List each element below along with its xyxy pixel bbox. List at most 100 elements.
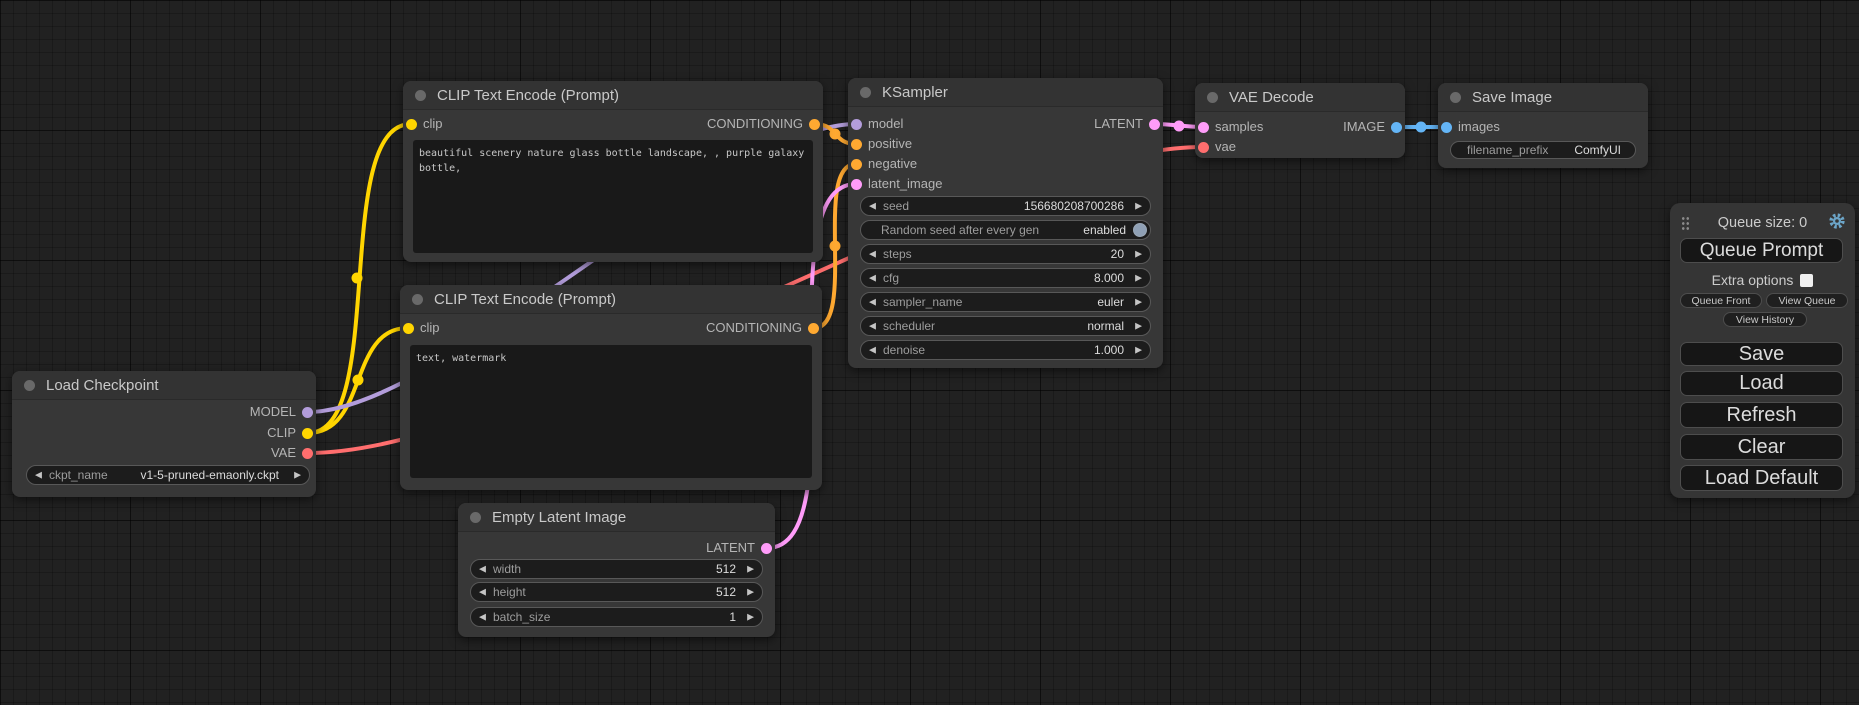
input-port-samples[interactable] [1198, 122, 1209, 133]
queue-prompt-button[interactable]: Queue Prompt [1680, 238, 1843, 263]
node-header[interactable]: Load Checkpoint [12, 371, 316, 400]
widget-cfg[interactable]: ◀ cfg 8.000 ▶ [860, 268, 1151, 288]
node-header[interactable]: CLIP Text Encode (Prompt) [400, 285, 822, 314]
stepper-left-icon[interactable]: ◀ [869, 346, 876, 355]
save-button[interactable]: Save [1680, 342, 1843, 366]
widget-value: 20 [1111, 247, 1124, 261]
widget-scheduler[interactable]: ◀ scheduler normal ▶ [860, 316, 1151, 336]
node-clip-text-encode-positive[interactable]: CLIP Text Encode (Prompt) clip CONDITION… [403, 81, 823, 262]
link-middot[interactable] [352, 273, 363, 284]
stepper-left-icon[interactable]: ◀ [35, 471, 42, 480]
widget-random-seed-toggle[interactable]: Random seed after every gen enabled [860, 220, 1151, 240]
stepper-right-icon[interactable]: ▶ [1135, 250, 1142, 259]
input-port-negative[interactable] [851, 159, 862, 170]
stepper-left-icon[interactable]: ◀ [479, 565, 486, 574]
widget-sampler-name[interactable]: ◀ sampler_name euler ▶ [860, 292, 1151, 312]
output-port-conditioning[interactable] [808, 323, 819, 334]
input-port-clip[interactable] [403, 323, 414, 334]
link-middot[interactable] [1416, 122, 1427, 133]
stepper-left-icon[interactable]: ◀ [869, 202, 876, 211]
widget-filename-prefix[interactable]: filename_prefix ComfyUI [1450, 141, 1636, 159]
widget-label: filename_prefix [1467, 143, 1548, 157]
stepper-left-icon[interactable]: ◀ [869, 250, 876, 259]
widget-label: scheduler [883, 319, 935, 333]
output-port-latent[interactable] [761, 543, 772, 554]
prompt-textarea[interactable]: text, watermark [410, 345, 812, 478]
node-header[interactable]: KSampler [848, 78, 1163, 107]
widget-ckpt-name[interactable]: ◀ ckpt_name v1-5-pruned-emaonly.ckpt ▶ [26, 465, 310, 485]
link-middot[interactable] [830, 129, 841, 140]
view-history-button[interactable]: View History [1723, 312, 1807, 327]
stepper-right-icon[interactable]: ▶ [747, 565, 754, 574]
node-ksampler[interactable]: KSampler model positive negative latent_… [848, 78, 1163, 368]
output-port-latent[interactable] [1149, 119, 1160, 130]
gear-icon[interactable] [1828, 212, 1846, 230]
stepper-left-icon[interactable]: ◀ [869, 274, 876, 283]
output-port-conditioning[interactable] [809, 119, 820, 130]
extra-options-checkbox[interactable] [1800, 274, 1813, 287]
output-port-model[interactable] [302, 407, 313, 418]
input-port-vae[interactable] [1198, 142, 1209, 153]
output-port-image[interactable] [1391, 122, 1402, 133]
stepper-left-icon[interactable]: ◀ [479, 588, 486, 597]
stepper-right-icon[interactable]: ▶ [747, 613, 754, 622]
node-header[interactable]: Empty Latent Image [458, 503, 775, 532]
collapse-dot-icon[interactable] [470, 512, 481, 523]
stepper-right-icon[interactable]: ▶ [1135, 322, 1142, 331]
refresh-button[interactable]: Refresh [1680, 402, 1843, 428]
stepper-right-icon[interactable]: ▶ [1135, 274, 1142, 283]
load-default-button[interactable]: Load Default [1680, 465, 1843, 491]
input-port-positive[interactable] [851, 139, 862, 150]
node-header[interactable]: CLIP Text Encode (Prompt) [403, 81, 823, 110]
widget-value: 512 [716, 585, 736, 599]
node-empty-latent-image[interactable]: Empty Latent Image LATENT ◀ width 512 ▶ … [458, 503, 775, 637]
widget-seed[interactable]: ◀ seed 156680208700286 ▶ [860, 196, 1151, 216]
output-label-model: MODEL [250, 405, 296, 419]
collapse-dot-icon[interactable] [1207, 92, 1218, 103]
output-port-clip[interactable] [302, 428, 313, 439]
widget-steps[interactable]: ◀ steps 20 ▶ [860, 244, 1151, 264]
widget-width[interactable]: ◀ width 512 ▶ [470, 559, 763, 579]
node-clip-text-encode-negative[interactable]: CLIP Text Encode (Prompt) clip CONDITION… [400, 285, 822, 490]
input-port-model[interactable] [851, 119, 862, 130]
collapse-dot-icon[interactable] [412, 294, 423, 305]
queue-panel: Queue size: 0 Queue Prompt Extra options… [1670, 203, 1855, 498]
link-middot[interactable] [353, 375, 364, 386]
prompt-textarea[interactable]: beautiful scenery nature glass bottle la… [413, 140, 813, 253]
stepper-left-icon[interactable]: ◀ [869, 298, 876, 307]
input-label-latent-image: latent_image [868, 177, 942, 191]
stepper-left-icon[interactable]: ◀ [869, 322, 876, 331]
link-middot[interactable] [830, 241, 841, 252]
toggle-icon[interactable] [1133, 223, 1147, 237]
stepper-left-icon[interactable]: ◀ [479, 613, 486, 622]
stepper-right-icon[interactable]: ▶ [1135, 298, 1142, 307]
widget-value: normal [1087, 319, 1124, 333]
collapse-dot-icon[interactable] [1450, 92, 1461, 103]
node-header[interactable]: Save Image [1438, 83, 1648, 112]
widget-height[interactable]: ◀ height 512 ▶ [470, 582, 763, 602]
widget-label: denoise [883, 343, 925, 357]
link-middot[interactable] [1174, 121, 1185, 132]
node-header[interactable]: VAE Decode [1195, 83, 1405, 112]
collapse-dot-icon[interactable] [415, 90, 426, 101]
stepper-right-icon[interactable]: ▶ [294, 471, 301, 480]
input-port-latent-image[interactable] [851, 179, 862, 190]
node-load-checkpoint[interactable]: Load Checkpoint MODEL CLIP VAE ◀ ckpt_na… [12, 371, 316, 497]
widget-label: height [493, 585, 526, 599]
queue-front-button[interactable]: Queue Front [1680, 293, 1762, 308]
node-vae-decode[interactable]: VAE Decode samples vae IMAGE [1195, 83, 1405, 158]
widget-batch-size[interactable]: ◀ batch_size 1 ▶ [470, 607, 763, 627]
input-port-clip[interactable] [406, 119, 417, 130]
input-port-images[interactable] [1441, 122, 1452, 133]
stepper-right-icon[interactable]: ▶ [747, 588, 754, 597]
stepper-right-icon[interactable]: ▶ [1135, 346, 1142, 355]
load-button[interactable]: Load [1680, 371, 1843, 396]
collapse-dot-icon[interactable] [24, 380, 35, 391]
collapse-dot-icon[interactable] [860, 87, 871, 98]
node-save-image[interactable]: Save Image images filename_prefix ComfyU… [1438, 83, 1648, 168]
view-queue-button[interactable]: View Queue [1766, 293, 1848, 308]
stepper-right-icon[interactable]: ▶ [1135, 202, 1142, 211]
widget-denoise[interactable]: ◀ denoise 1.000 ▶ [860, 340, 1151, 360]
output-port-vae[interactable] [302, 448, 313, 459]
clear-button[interactable]: Clear [1680, 434, 1843, 460]
